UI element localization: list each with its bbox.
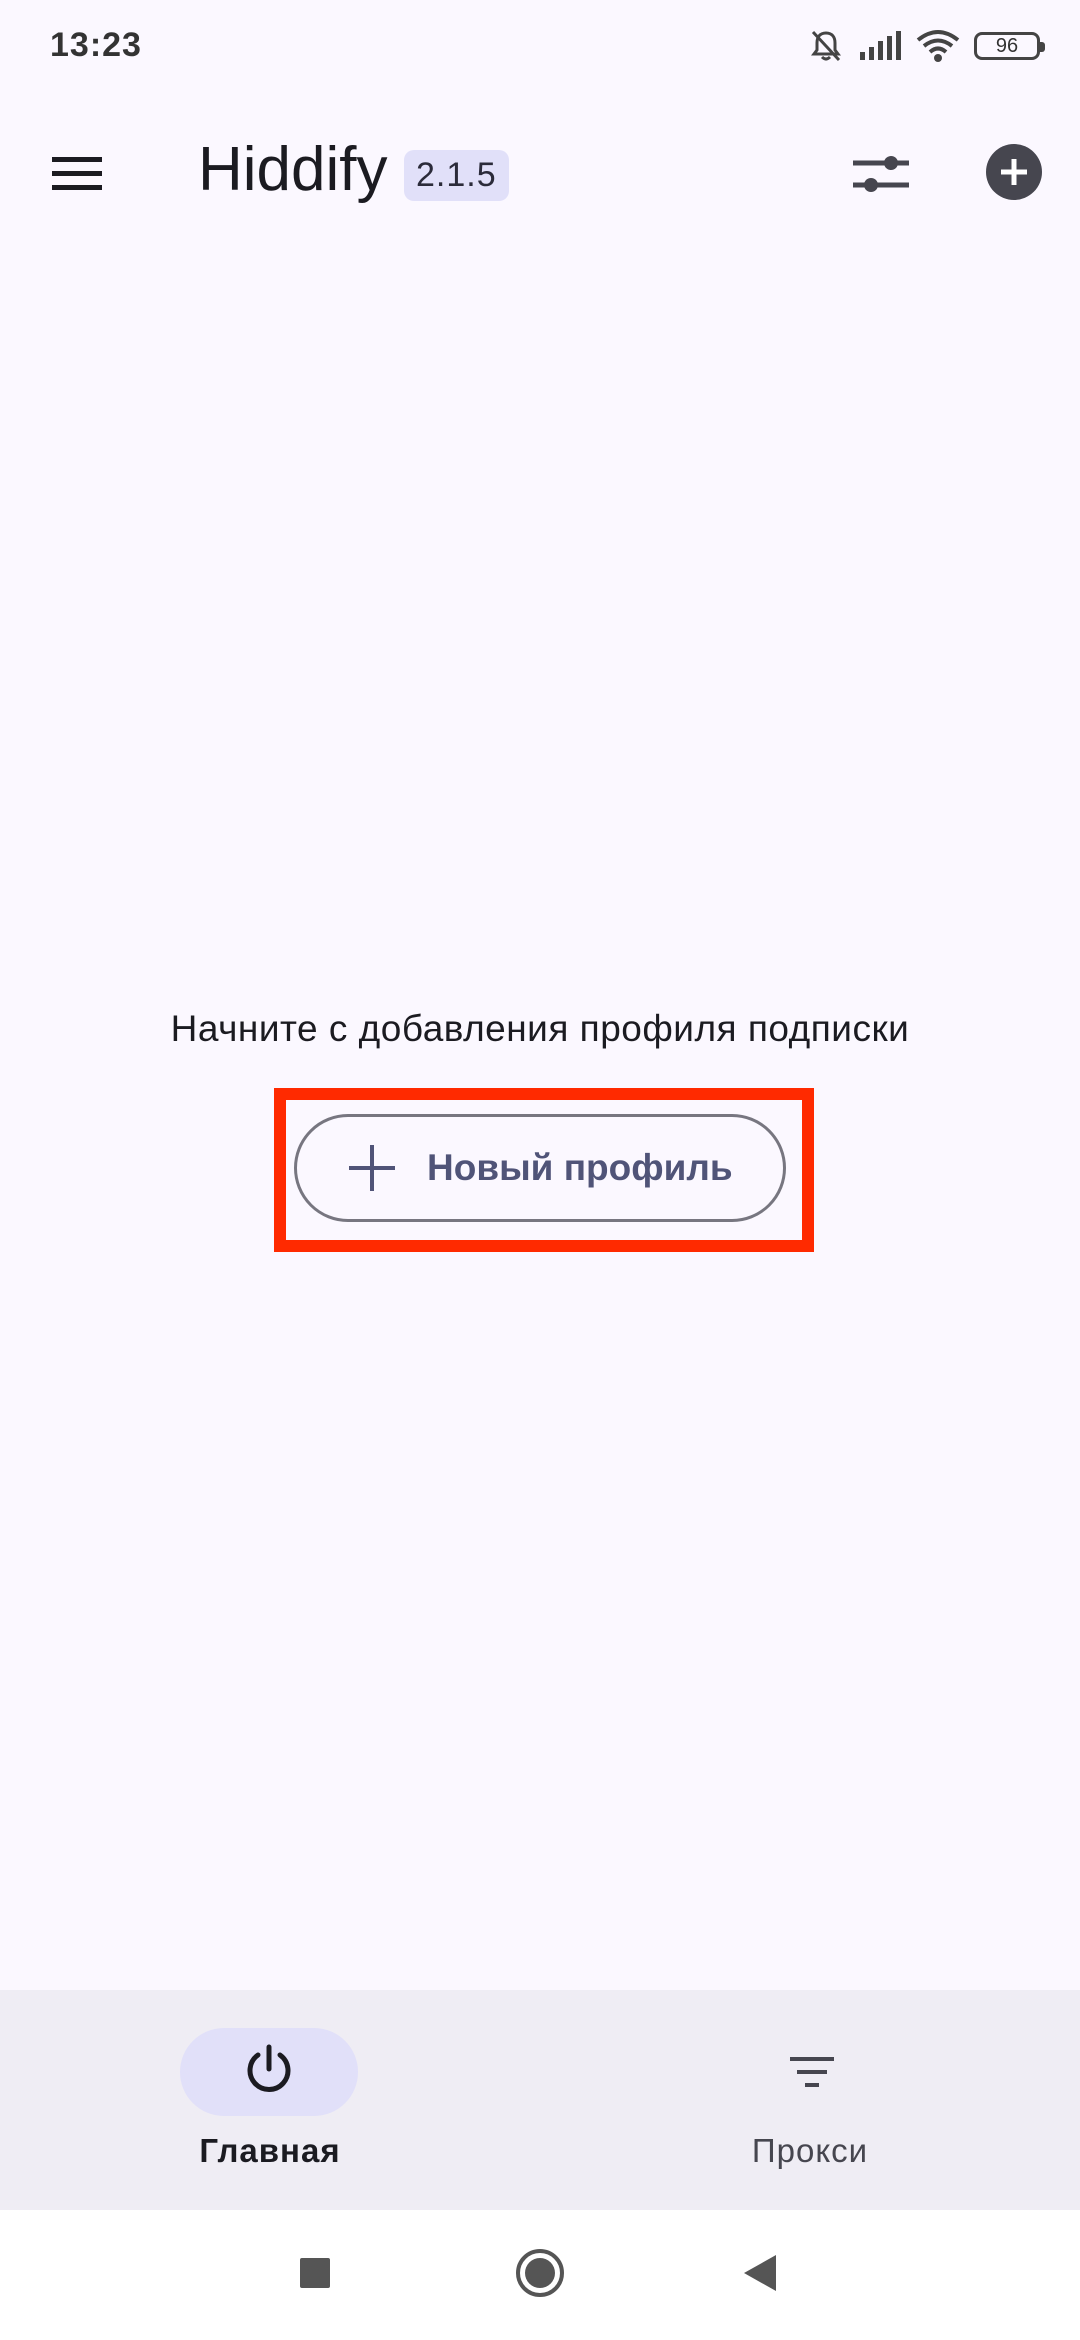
power-icon xyxy=(242,2043,296,2102)
signal-icon xyxy=(858,30,902,62)
battery-icon: 96 xyxy=(974,32,1045,60)
nav-item-home[interactable]: Главная xyxy=(0,1990,540,2210)
wifi-icon xyxy=(916,29,960,63)
new-profile-button[interactable]: Новый профиль xyxy=(294,1114,786,1222)
filter-button[interactable] xyxy=(846,144,916,208)
home-icon xyxy=(514,2247,566,2304)
plus-icon xyxy=(347,1143,397,1193)
back-button[interactable] xyxy=(730,2245,790,2305)
version-badge: 2.1.5 xyxy=(404,150,509,201)
app-bar: Hiddify 2.1.5 xyxy=(0,120,1080,230)
app-title: Hiddify xyxy=(198,135,388,204)
recents-button[interactable] xyxy=(285,2245,345,2305)
back-icon xyxy=(740,2253,780,2298)
status-bar: 13:23 96 xyxy=(0,0,1080,100)
battery-level: 96 xyxy=(995,34,1019,57)
add-profile-button[interactable] xyxy=(982,142,1046,206)
new-profile-label: Новый профиль xyxy=(427,1147,733,1188)
bottom-navigation: Главная Прокси xyxy=(0,1990,1080,2210)
system-navigation-bar xyxy=(0,2210,1080,2340)
status-time: 13:23 xyxy=(50,26,142,64)
nav-label-home: Главная xyxy=(199,2132,341,2169)
status-icons: 96 xyxy=(808,28,1045,64)
add-circle-icon xyxy=(985,143,1043,206)
filter-icon xyxy=(851,149,911,204)
menu-icon xyxy=(50,154,104,199)
nav-indicator xyxy=(180,2028,358,2116)
nav-item-proxy[interactable]: Прокси xyxy=(540,1990,1080,2210)
home-button[interactable] xyxy=(510,2245,570,2305)
recents-icon xyxy=(298,2256,332,2295)
menu-button[interactable] xyxy=(40,148,114,204)
filter-list-icon xyxy=(780,2040,844,2104)
nav-label-proxy: Прокси xyxy=(751,2132,869,2169)
empty-state-message: Начните с добавления профиля подписки xyxy=(170,1008,910,1049)
bell-muted-icon xyxy=(808,28,844,64)
